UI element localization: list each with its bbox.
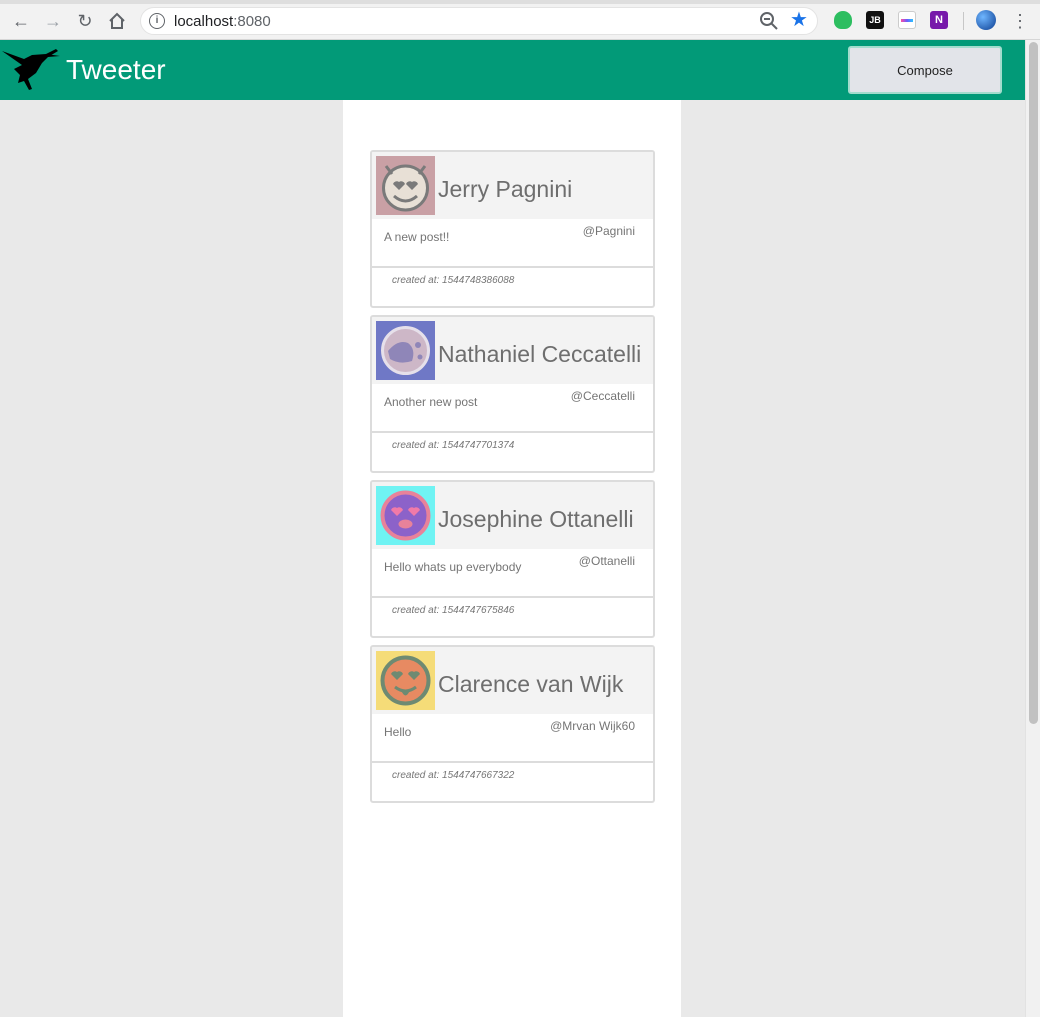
tweet-card: Josephine Ottanelli @Ottanelli Hello wha…	[370, 480, 655, 638]
alien-face-icon	[376, 321, 435, 380]
browser-menu-icon[interactable]: ⋮	[1011, 10, 1029, 32]
tweet-card: Clarence van Wijk @Mrvan Wijk60 Hello cr…	[370, 645, 655, 803]
hummingbird-logo-icon	[2, 49, 60, 90]
tweet-timestamp: created at: 1544747701374	[392, 440, 515, 451]
tweet-author-name[interactable]: Jerry Pagnini	[438, 176, 572, 203]
tweet-feed: Jerry Pagnini @Pagnini A new post!! crea…	[343, 100, 681, 1017]
tweet-divider	[372, 266, 653, 268]
back-arrow-icon[interactable]: ←	[10, 10, 32, 32]
tweet-author-name[interactable]: Josephine Ottanelli	[438, 506, 634, 533]
home-icon[interactable]	[106, 10, 128, 32]
forward-arrow-icon[interactable]: →	[42, 10, 64, 32]
jetbrains-extension-icon[interactable]: JB	[866, 11, 884, 29]
profile-avatar[interactable]	[976, 10, 996, 30]
tweet-handle[interactable]: @Mrvan Wijk60	[550, 719, 635, 733]
tweet-header: Jerry Pagnini	[372, 152, 653, 219]
browser-toolbar: ← → ↻ i localhost:8080 ★ JB N ⋮	[0, 0, 1040, 40]
wave-extension-icon[interactable]	[898, 11, 916, 29]
heart-eyes-tongue-icon	[376, 651, 435, 710]
tweet-handle[interactable]: @Ottanelli	[579, 554, 635, 568]
app-title: Tweeter	[66, 54, 166, 85]
tweet-timestamp: created at: 1544747667322	[392, 770, 515, 781]
tweet-divider	[372, 761, 653, 763]
scrollbar-thumb[interactable]	[1029, 42, 1038, 724]
evernote-extension-icon[interactable]	[834, 11, 852, 29]
zoom-out-icon[interactable]	[759, 11, 779, 31]
heart-eyes-devil-icon	[376, 156, 435, 215]
compose-button[interactable]: Compose	[848, 46, 1002, 94]
bookmark-star-icon[interactable]: ★	[790, 8, 808, 32]
tweet-handle[interactable]: @Ceccatelli	[571, 389, 635, 403]
tweet-header: Clarence van Wijk	[372, 647, 653, 714]
tab-strip	[0, 0, 1040, 4]
address-bar[interactable]: i localhost:8080	[140, 7, 818, 35]
url-host: localhost	[174, 13, 234, 30]
heart-eyes-face-icon	[376, 486, 435, 545]
tweet-divider	[372, 596, 653, 598]
tweet-card: Jerry Pagnini @Pagnini A new post!! crea…	[370, 150, 655, 308]
tweet-divider	[372, 431, 653, 433]
onenote-extension-icon[interactable]: N	[930, 11, 948, 29]
tweet-timestamp: created at: 1544747675846	[392, 605, 515, 616]
tweet-header: Nathaniel Ceccatelli	[372, 317, 653, 384]
tweet-text: Hello	[384, 725, 412, 739]
site-info-icon[interactable]: i	[149, 13, 165, 29]
reload-icon[interactable]: ↻	[74, 10, 96, 32]
tweet-handle[interactable]: @Pagnini	[583, 224, 635, 238]
tweet-text: Another new post	[384, 395, 478, 409]
toolbar-divider	[963, 12, 964, 30]
page-scrollbar[interactable]	[1025, 40, 1040, 1017]
tweet-header: Josephine Ottanelli	[372, 482, 653, 549]
tweet-text: A new post!!	[384, 230, 450, 244]
tweet-timestamp: created at: 1544748386088	[392, 275, 515, 286]
url-port: :8080	[233, 13, 271, 30]
app-header: Tweeter Compose	[0, 40, 1025, 100]
url-text: localhost:8080	[174, 13, 271, 30]
tweet-author-name[interactable]: Nathaniel Ceccatelli	[438, 341, 641, 368]
tweet-text: Hello whats up everybody	[384, 560, 522, 574]
tweet-author-name[interactable]: Clarence van Wijk	[438, 671, 623, 698]
tweet-card: Nathaniel Ceccatelli @Ceccatelli Another…	[370, 315, 655, 473]
